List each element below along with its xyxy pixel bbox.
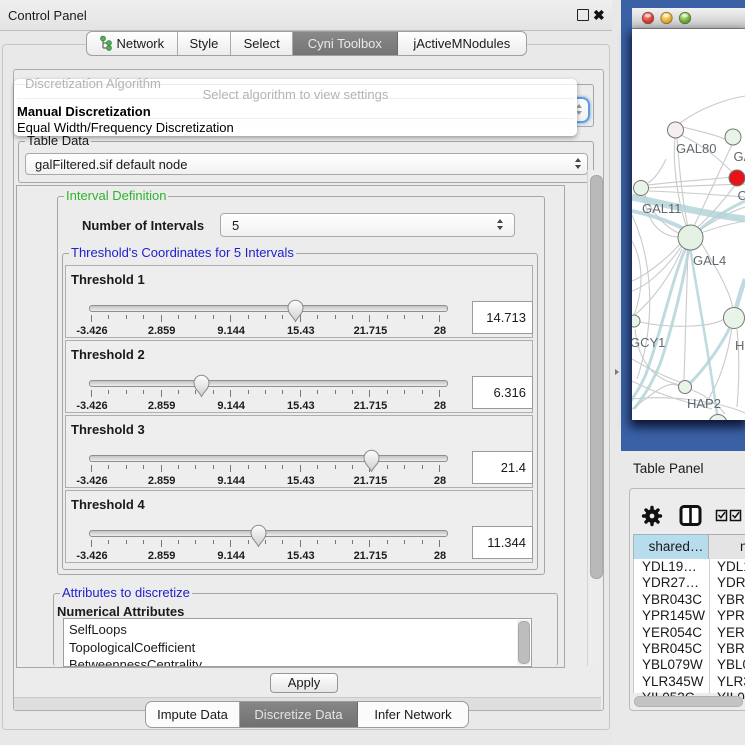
svg-text:GA: GA [734,149,745,164]
svg-text:GCY1: GCY1 [632,335,665,350]
svg-text:H: H [735,338,744,353]
svg-text:HAP2: HAP2 [687,396,721,411]
svg-text:GAL80: GAL80 [676,141,716,156]
svg-text:GAL11: GAL11 [642,201,682,216]
svg-text:C: C [738,188,745,203]
svg-text:GAL4: GAL4 [693,253,726,268]
